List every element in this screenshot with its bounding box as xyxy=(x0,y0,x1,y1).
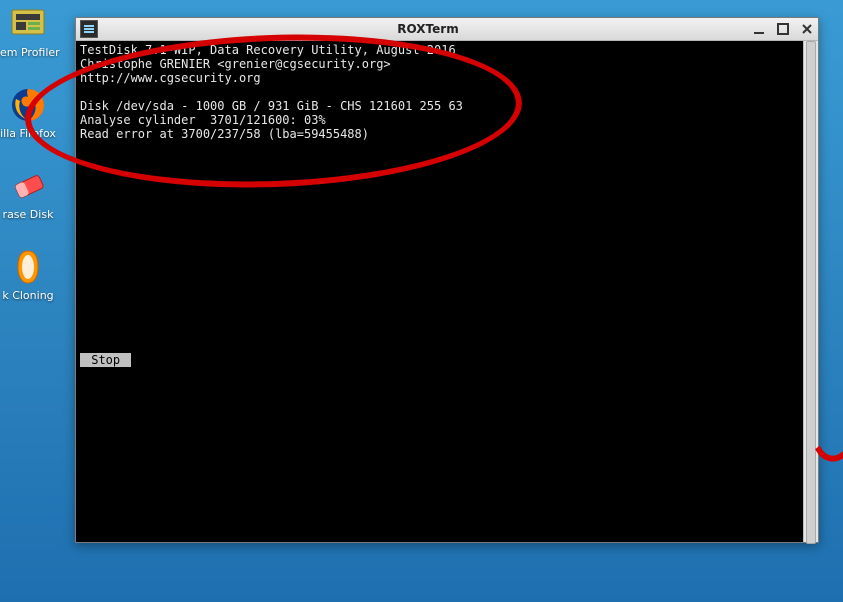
terminal-area: TestDisk 7.1-WIP, Data Recovery Utility,… xyxy=(76,41,818,542)
desktop-icon-label: illa Firefox xyxy=(0,127,56,140)
firefox-icon xyxy=(8,85,48,125)
titlebar[interactable]: ROXTerm xyxy=(76,18,818,41)
desktop-icon-disk-cloning[interactable]: k Cloning xyxy=(0,247,56,302)
window-title: ROXTerm xyxy=(104,22,752,36)
vertical-scrollbar[interactable] xyxy=(803,41,818,542)
terminal-line: Analyse cylinder 3701/121600: 03% xyxy=(80,113,326,127)
terminal-line: TestDisk 7.1-WIP, Data Recovery Utility,… xyxy=(80,43,456,57)
minimize-button[interactable] xyxy=(752,22,766,36)
eraser-icon xyxy=(8,166,48,206)
close-button[interactable] xyxy=(800,22,814,36)
scrollbar-thumb[interactable] xyxy=(806,41,816,544)
maximize-button[interactable] xyxy=(776,22,790,36)
desktop-icon-erase-disk[interactable]: rase Disk xyxy=(0,166,56,221)
terminal-output[interactable]: TestDisk 7.1-WIP, Data Recovery Utility,… xyxy=(76,41,804,542)
desktop-icon-label: rase Disk xyxy=(0,208,56,221)
terminal-line: Read error at 3700/237/58 (lba=59455488) xyxy=(80,127,369,141)
desktop-icon-label: em Profiler xyxy=(0,46,56,59)
desktop-icon-system-profiler[interactable]: em Profiler xyxy=(0,4,56,59)
terminal-line: http://www.cgsecurity.org xyxy=(80,71,261,85)
desktop-icon-column: em Profiler illa Firefox rase Disk xyxy=(0,0,60,328)
roxterm-window: ROXTerm TestDisk 7.1-WIP, Data Recovery … xyxy=(75,17,819,543)
desktop-icon-firefox[interactable]: illa Firefox xyxy=(0,85,56,140)
stop-button[interactable]: Stop xyxy=(80,353,131,367)
desktop-icon-label: k Cloning xyxy=(0,289,56,302)
terminal-app-icon xyxy=(80,20,98,38)
system-profiler-icon xyxy=(8,4,48,44)
terminal-line: Disk /dev/sda - 1000 GB / 931 GiB - CHS … xyxy=(80,99,463,113)
terminal-line: Christophe GRENIER <grenier@cgsecurity.o… xyxy=(80,57,391,71)
window-controls xyxy=(752,22,814,36)
cloning-icon xyxy=(8,247,48,287)
